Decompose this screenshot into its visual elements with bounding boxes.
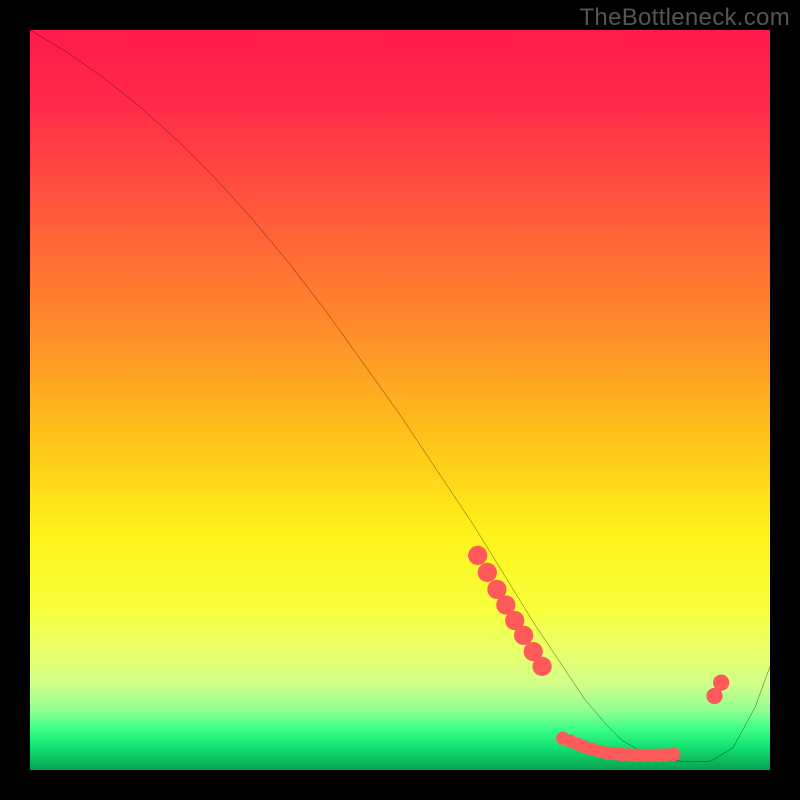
marker-point — [514, 626, 533, 645]
chart-frame: TheBottleneck.com — [0, 0, 800, 800]
marker-point — [468, 546, 487, 565]
curve-line — [30, 30, 770, 762]
marker-point — [713, 675, 729, 691]
watermark-text: TheBottleneck.com — [579, 4, 790, 32]
plot-area — [30, 30, 770, 770]
marker-point — [478, 563, 497, 582]
marker-point — [532, 657, 551, 676]
marker-point — [667, 748, 680, 761]
chart-svg — [30, 30, 770, 770]
curve-markers — [468, 546, 729, 762]
